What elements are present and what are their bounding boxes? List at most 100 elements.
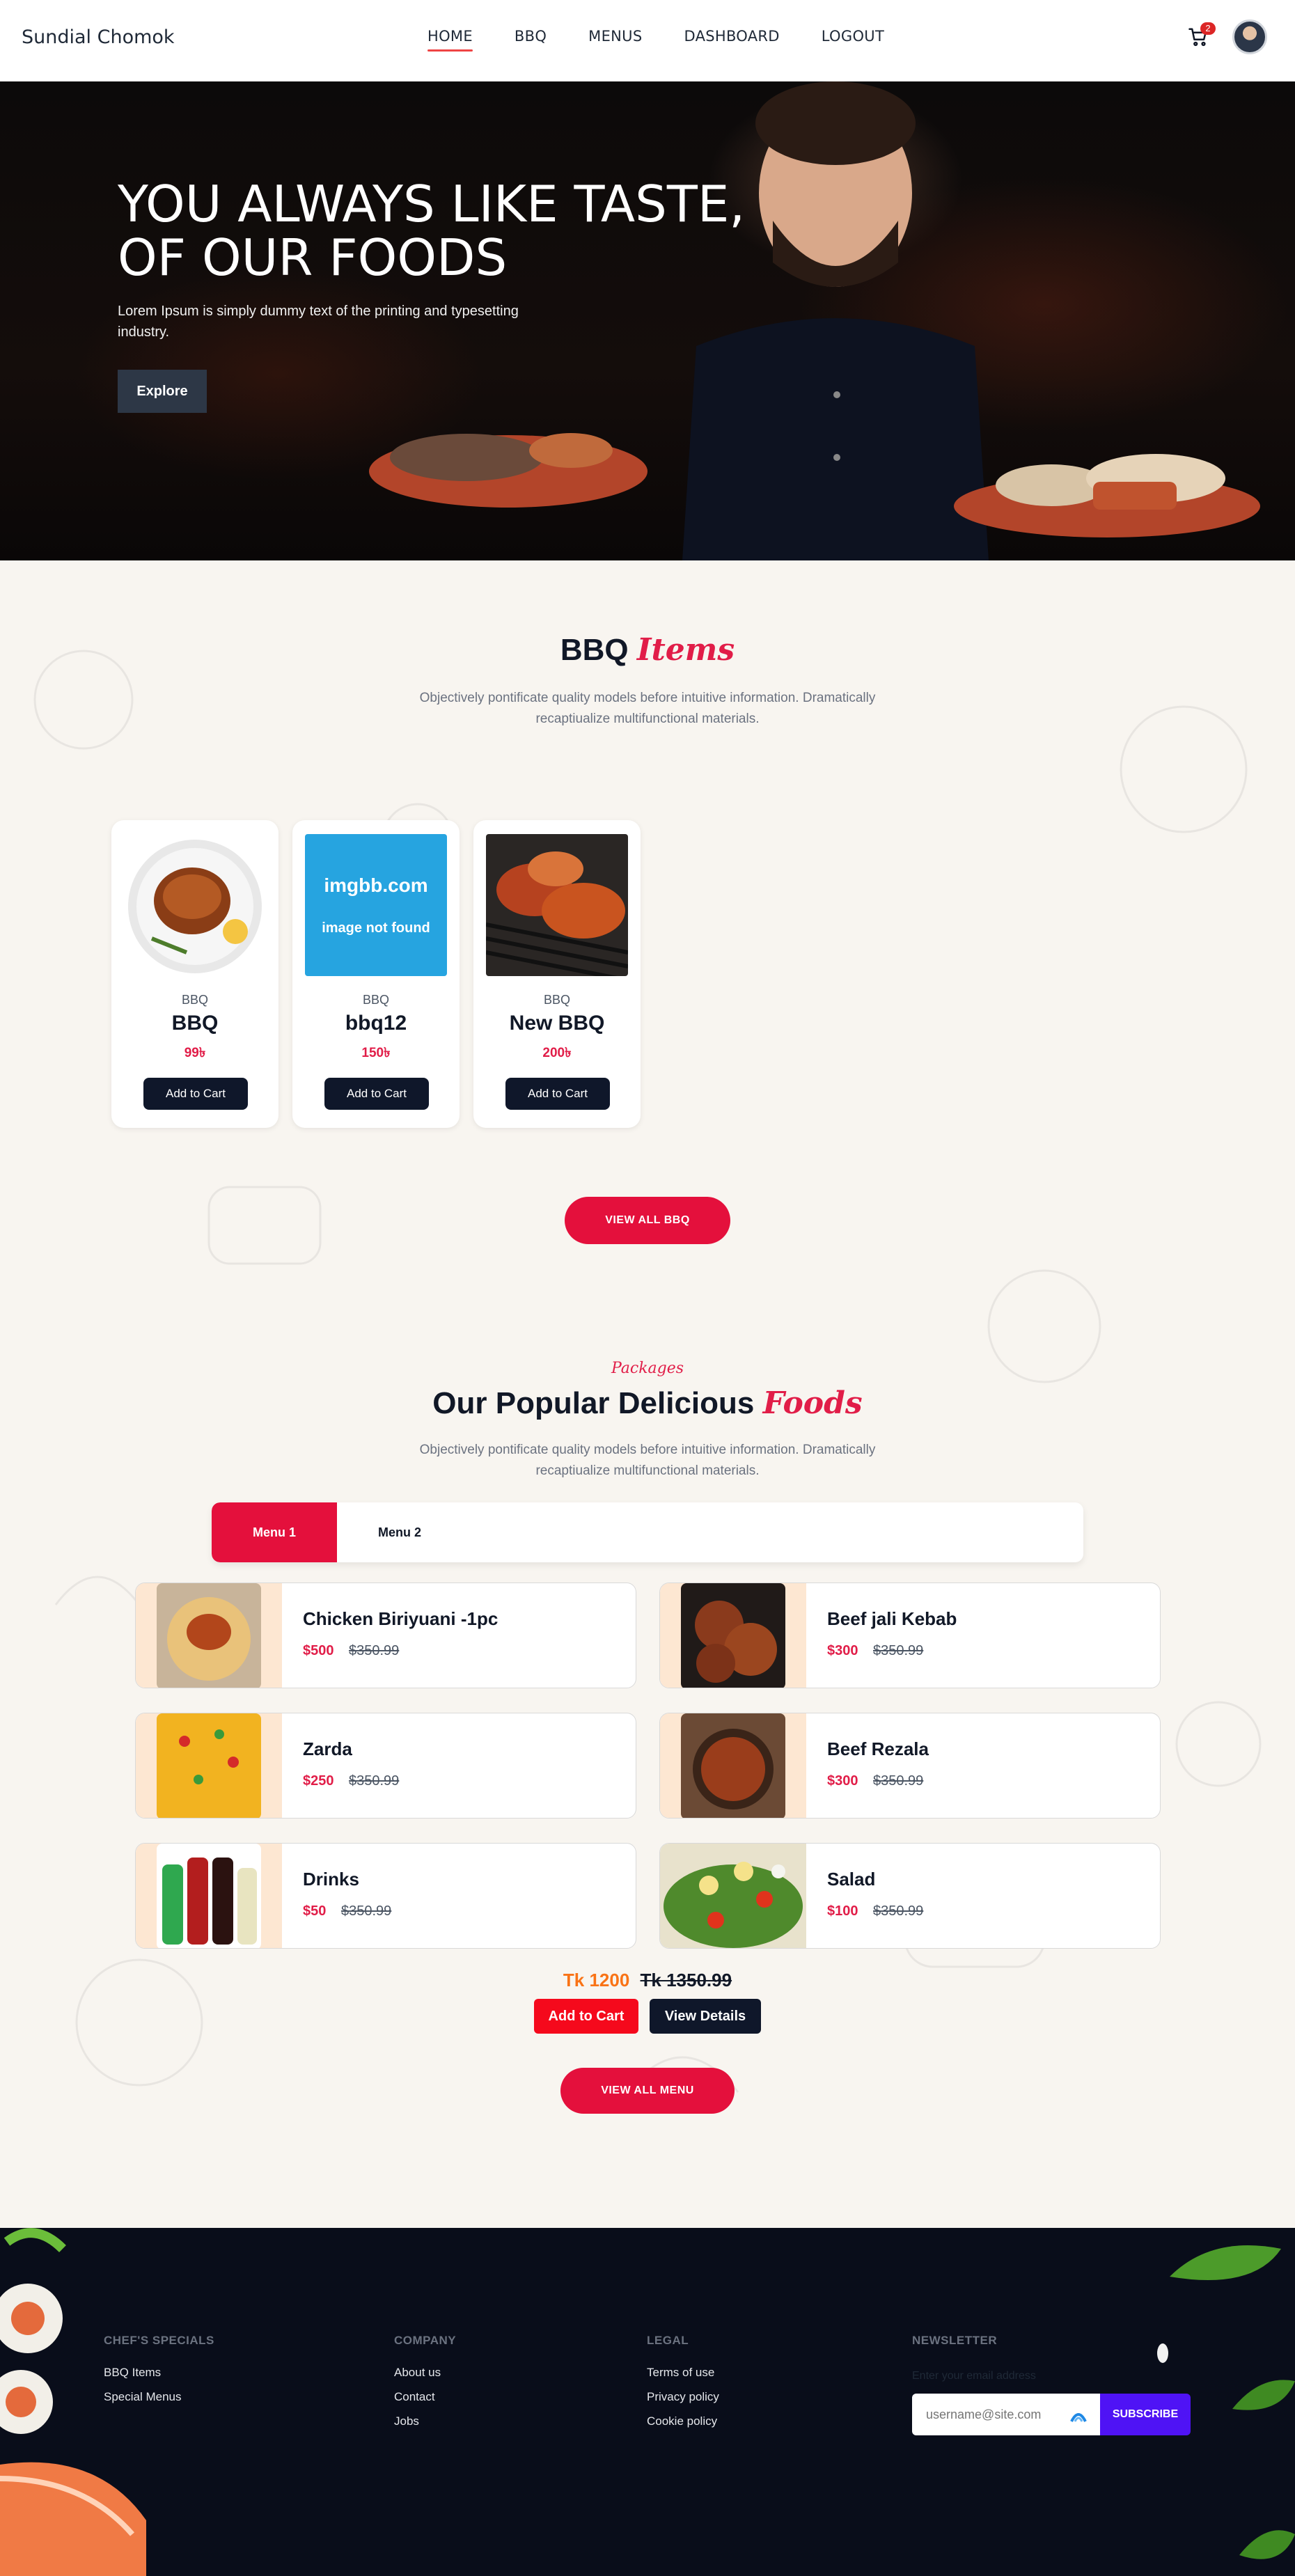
footer-link-bbq-items[interactable]: BBQ Items — [104, 2366, 161, 2380]
brand-logo[interactable]: Sundial Chomok — [22, 26, 175, 48]
placeholder-subtitle: image not found — [322, 920, 430, 936]
card-price: 200৳ — [542, 1046, 572, 1060]
footer: CHEF'S SPECIALS BBQ Items Special Menus … — [0, 2228, 1295, 2576]
hero-title-line2: OF OUR FOODS — [118, 228, 508, 287]
card-category: BBQ — [543, 993, 570, 1007]
cart-count-badge: 2 — [1200, 22, 1216, 35]
menu-item[interactable]: Beef jali Kebab $300 $350.99 — [659, 1582, 1161, 1688]
card-image-grilled-chicken — [486, 834, 628, 976]
nav-menus[interactable]: MENUS — [588, 28, 642, 45]
tab-menu-1[interactable]: Menu 1 — [212, 1502, 337, 1562]
item-image-rezala — [681, 1713, 785, 1818]
item-image-background — [660, 1844, 806, 1948]
footer-heading-legal: LEGAL — [647, 2334, 689, 2347]
packages-kicker: Packages — [611, 1360, 684, 1377]
cart-icon[interactable]: 2 — [1188, 22, 1216, 50]
footer-link-privacy[interactable]: Privacy policy — [647, 2390, 719, 2404]
nav-logout[interactable]: LOGOUT — [822, 28, 884, 45]
item-image-drinks — [157, 1844, 261, 1948]
card-image-roast-chicken — [124, 834, 266, 976]
footer-link-terms[interactable]: Terms of use — [647, 2366, 714, 2380]
item-price: $300 — [827, 1643, 858, 1658]
menu-item[interactable]: Chicken Biriyuani -1pc $500 $350.99 — [135, 1582, 636, 1688]
nav-home[interactable]: HOME — [427, 28, 473, 52]
item-name: Zarda — [303, 1738, 352, 1759]
hero-banner: YOU ALWAYS LIKE TASTE, OF OUR FOODS Lore… — [0, 81, 1295, 560]
bbq-title-accent: Items — [636, 632, 735, 668]
packages-description: Objectively pontificate quality models b… — [419, 1443, 876, 1478]
footer-link-about[interactable]: About us — [394, 2366, 441, 2380]
package-add-to-cart-button[interactable]: Add to Cart — [534, 1999, 638, 2034]
menu-item[interactable]: Zarda $250 $350.99 — [135, 1713, 636, 1819]
add-to-cart-button[interactable]: Add to Cart — [324, 1078, 429, 1110]
user-avatar[interactable] — [1232, 19, 1267, 54]
item-image-zarda — [157, 1713, 261, 1818]
plate-right-image — [954, 454, 1260, 537]
item-image-background — [136, 1583, 282, 1688]
menu-item[interactable]: Drinks $50 $350.99 — [135, 1843, 636, 1949]
item-old-price: $350.99 — [341, 1903, 392, 1919]
card-image-placeholder: imgbb.com image not found — [305, 834, 447, 976]
item-old-price: $350.99 — [349, 1773, 400, 1789]
footer-link-contact[interactable]: Contact — [394, 2390, 435, 2404]
package-total: Tk 1200 Tk 1350.99 — [0, 1970, 1295, 1991]
menu-tabs: Menu 1 Menu 2 — [212, 1502, 1083, 1562]
item-old-price: $350.99 — [873, 1643, 924, 1658]
add-to-cart-button[interactable]: Add to Cart — [505, 1078, 610, 1110]
item-price: $300 — [827, 1773, 858, 1789]
bbq-title-main: BBQ — [560, 633, 629, 667]
card-category: BBQ — [362, 993, 389, 1007]
item-image-background — [136, 1844, 282, 1948]
item-image-background — [660, 1583, 806, 1688]
nav-bbq[interactable]: BBQ — [515, 28, 547, 45]
view-all-menu-button[interactable]: VIEW ALL MENU — [560, 2068, 735, 2114]
item-price: $100 — [827, 1903, 858, 1919]
plate-left-image — [369, 433, 648, 508]
password-manager-icon[interactable] — [1069, 2406, 1088, 2424]
item-price: $500 — [303, 1643, 334, 1658]
item-name: Salad — [827, 1869, 876, 1890]
item-image-kebab — [681, 1583, 785, 1688]
subscribe-button[interactable]: SUBSCRIBE — [1100, 2394, 1191, 2435]
navbar: Sundial Chomok HOME BBQ MENUS DASHBOARD … — [0, 0, 1295, 81]
packages-section-title: Our Popular Delicious Foods — [0, 1385, 1295, 1421]
item-image-background — [136, 1713, 282, 1818]
card-category: BBQ — [181, 993, 208, 1007]
item-image-background — [660, 1713, 806, 1818]
card-name: bbq12 — [345, 1012, 407, 1035]
footer-link-special-menus[interactable]: Special Menus — [104, 2390, 182, 2404]
add-to-cart-button[interactable]: Add to Cart — [143, 1078, 248, 1110]
item-old-price: $350.99 — [873, 1903, 924, 1919]
item-price: $250 — [303, 1773, 334, 1789]
view-all-bbq-button[interactable]: VIEW ALL BBQ — [565, 1197, 730, 1244]
packages-title-accent: Foods — [762, 1385, 863, 1421]
total-price: Tk 1200 — [563, 1970, 630, 1990]
menu-item[interactable]: Salad $100 $350.99 — [659, 1843, 1161, 1949]
item-name: Beef jali Kebab — [827, 1608, 957, 1629]
tab-menu-2[interactable]: Menu 2 — [337, 1502, 462, 1562]
item-name: Chicken Biriyuani -1pc — [303, 1608, 499, 1629]
item-old-price: $350.99 — [873, 1773, 924, 1789]
total-old-price: Tk 1350.99 — [640, 1970, 732, 1990]
nav-dashboard[interactable]: DASHBOARD — [684, 28, 779, 45]
explore-button[interactable]: Explore — [118, 370, 207, 413]
hero-subtitle: Lorem Ipsum is simply dummy text of the … — [118, 304, 519, 340]
card-name: New BBQ — [509, 1012, 605, 1035]
card-price: 150৳ — [361, 1046, 391, 1060]
card-price: 99৳ — [184, 1046, 206, 1060]
placeholder-title: imgbb.com — [324, 874, 428, 896]
item-name: Drinks — [303, 1869, 359, 1890]
bbq-card: BBQ BBQ 99৳ Add to Cart — [111, 820, 278, 1128]
footer-link-cookie[interactable]: Cookie policy — [647, 2414, 717, 2428]
menu-item[interactable]: Beef Rezala $300 $350.99 — [659, 1713, 1161, 1819]
bbq-card: imgbb.com image not found BBQ bbq12 150৳… — [292, 820, 460, 1128]
bbq-description: Objectively pontificate quality models b… — [419, 691, 876, 726]
footer-heading-newsletter: NEWSLETTER — [912, 2334, 998, 2347]
item-name: Beef Rezala — [827, 1738, 929, 1759]
footer-link-jobs[interactable]: Jobs — [394, 2414, 419, 2428]
nav-links: HOME BBQ MENUS DASHBOARD LOGOUT — [427, 28, 926, 52]
item-old-price: $350.99 — [349, 1643, 400, 1658]
item-price: $50 — [303, 1903, 327, 1919]
view-details-button[interactable]: View Details — [650, 1999, 761, 2034]
bbq-card: BBQ New BBQ 200৳ Add to Cart — [473, 820, 641, 1128]
